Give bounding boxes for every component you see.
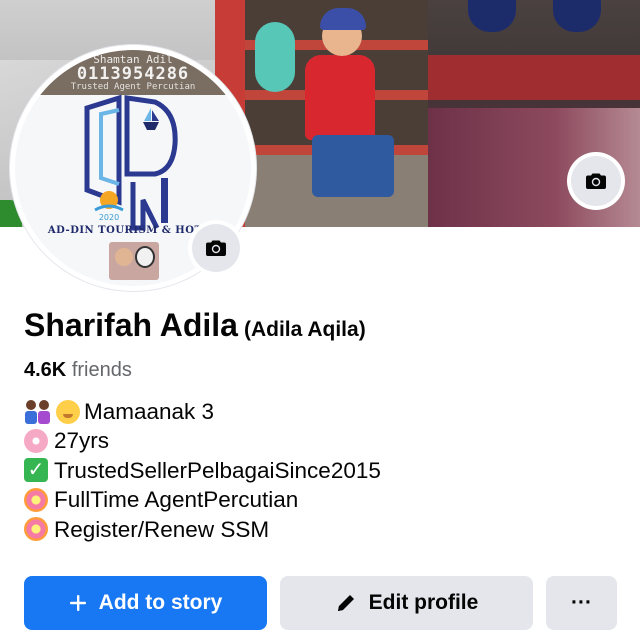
flower-emoji-icon [24, 517, 48, 542]
camera-icon [204, 236, 228, 260]
bio-line: Register/Renew SSM [24, 515, 381, 544]
cherry-blossom-emoji-icon [24, 429, 48, 454]
svg-text:2020: 2020 [99, 213, 119, 222]
pencil-icon [335, 592, 357, 614]
family-emoji-icon [24, 399, 54, 424]
bio-text: 27yrs [54, 428, 110, 454]
friends-count-link[interactable]: 4.6K friends [24, 359, 132, 382]
friends-label: friends [71, 359, 132, 381]
flower-emoji-icon [24, 487, 48, 512]
balloon-toy [255, 22, 295, 92]
bio-line: FullTime AgentPercutian [24, 485, 381, 514]
bio-text: Mamaanak 3 [84, 399, 215, 424]
edit-profile-button[interactable]: Edit profile [280, 576, 533, 630]
baby-emoji-icon [56, 399, 80, 424]
child-figure [305, 55, 375, 140]
bio-line: 27yrs [24, 426, 381, 455]
bio-text: FullTime AgentPercutian [54, 487, 299, 513]
more-dots-icon: ··· [571, 591, 592, 614]
profile-name-line: Sharifah Adila (Adila Aqila) [24, 307, 366, 344]
plus-icon [69, 594, 87, 612]
camera-icon [584, 169, 608, 193]
profile-nickname: (Adila Aqila) [243, 318, 366, 341]
couple-photo-thumbnail [109, 242, 159, 280]
friends-count: 4.6K [24, 359, 67, 381]
edit-profile-label: Edit profile [368, 591, 479, 614]
edit-cover-photo-button[interactable] [571, 156, 621, 206]
more-options-button[interactable]: ··· [546, 576, 617, 630]
profile-bio: Mamaanak 3 27yrs ✓ TrustedSellerPelbagaiS… [24, 397, 381, 544]
profile-name: Sharifah Adila [24, 307, 238, 343]
edit-profile-picture-button[interactable] [192, 224, 240, 272]
bio-line: ✓ TrustedSellerPelbagaiSince2015 [24, 456, 381, 485]
add-to-story-button[interactable]: Add to story [24, 576, 267, 630]
bio-line: Mamaanak 3 [24, 397, 381, 426]
check-mark-emoji-icon: ✓ [24, 458, 48, 483]
add-to-story-label: Add to story [98, 591, 223, 614]
bio-text: Register/Renew SSM [54, 516, 270, 542]
bio-text: TrustedSellerPelbagaiSince2015 [54, 457, 381, 483]
